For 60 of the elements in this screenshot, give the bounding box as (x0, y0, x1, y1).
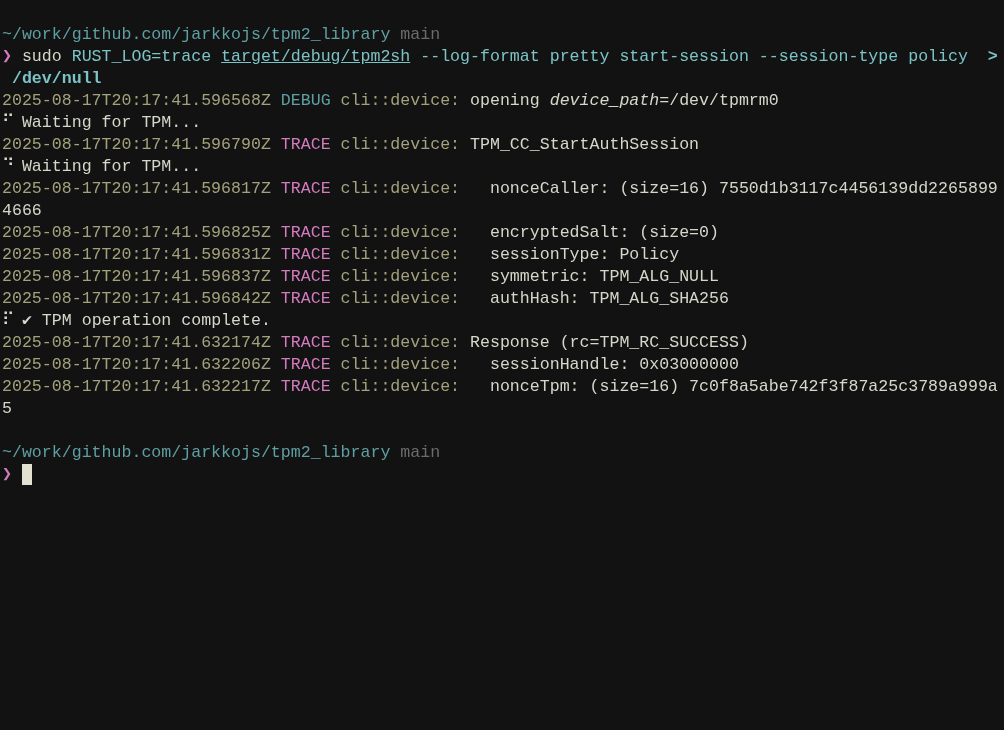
command-word: sudo (21, 46, 62, 68)
redirect-operator: > (987, 46, 998, 68)
log-target: cli::device: (340, 244, 461, 266)
log-timestamp: 2025-08-17T20:17:41.596837Z (2, 266, 271, 288)
log-message: encryptedSalt: (size=0) (488, 222, 719, 244)
log-target: cli::device: (340, 376, 461, 398)
git-branch: main (400, 442, 441, 464)
spinner-glyph: ⠙ (2, 156, 12, 178)
log-target: cli::device: (340, 178, 461, 200)
log-timestamp: 2025-08-17T20:17:41.596790Z (2, 134, 271, 156)
git-branch: main (400, 24, 441, 46)
log-timestamp: 2025-08-17T20:17:41.596817Z (2, 178, 271, 200)
log-timestamp: 2025-08-17T20:17:41.596831Z (2, 244, 271, 266)
log-message: sessionType: Policy (488, 244, 680, 266)
log-message: opening device_path=/dev/tpmrm0 (470, 90, 779, 112)
log-target: cli::device: (340, 354, 461, 376)
command-arguments: --log-format pretty start-session --session-type policy (420, 46, 968, 68)
log-level: TRACE (280, 354, 331, 376)
progress-message: ✔ TPM operation complete. (21, 310, 271, 332)
log-level: TRACE (280, 332, 331, 354)
log-message: 5 (2, 398, 12, 420)
redirect-target: /dev/null (11, 68, 102, 90)
env-assignment: RUST_LOG=trace (71, 46, 212, 68)
log-target: cli::device: (340, 266, 461, 288)
log-message: authHash: TPM_ALG_SHA256 (488, 288, 729, 310)
log-message: sessionHandle: 0x03000000 (488, 354, 739, 376)
prompt-path: ~/work/github.com/jarkkojs/tpm2_library (2, 442, 391, 464)
progress-message: Waiting for TPM... (21, 156, 202, 178)
log-level: DEBUG (280, 90, 331, 112)
log-timestamp: 2025-08-17T20:17:41.632174Z (2, 332, 271, 354)
log-message: Response (rc=TPM_RC_SUCCESS) (470, 332, 749, 354)
log-level: TRACE (280, 244, 331, 266)
spinner-glyph: ⠋ (2, 112, 12, 134)
log-level: TRACE (280, 222, 331, 244)
log-level: TRACE (280, 134, 331, 156)
progress-message: Waiting for TPM... (21, 112, 202, 134)
prompt-path: ~/work/github.com/jarkkojs/tpm2_library (2, 24, 391, 46)
log-message: symmetric: TPM_ALG_NULL (488, 266, 719, 288)
log-message: nonceTpm: (size=16) 7c0f8a5abe742f3f87a25c3789a999a (488, 376, 998, 398)
log-message: nonceCaller: (size=16) 7550d1b3117c4456139dd2265899 (488, 178, 998, 200)
log-timestamp: 2025-08-17T20:17:41.596842Z (2, 288, 271, 310)
log-level: TRACE (280, 178, 331, 200)
log-timestamp: 2025-08-17T20:17:41.632217Z (2, 376, 271, 398)
log-target: cli::device: (340, 332, 461, 354)
log-timestamp: 2025-08-17T20:17:41.596568Z (2, 90, 271, 112)
log-level: TRACE (280, 376, 331, 398)
prompt-symbol: ❯ (2, 46, 12, 68)
log-target: cli::device: (340, 288, 461, 310)
log-level: TRACE (280, 266, 331, 288)
prompt-symbol: ❯ (2, 464, 12, 486)
log-level: TRACE (280, 288, 331, 310)
log-timestamp: 2025-08-17T20:17:41.632206Z (2, 354, 271, 376)
spinner-glyph: ⠏ (2, 310, 12, 332)
log-timestamp: 2025-08-17T20:17:41.596825Z (2, 222, 271, 244)
log-target: cli::device: (340, 222, 461, 244)
log-message: 4666 (2, 200, 42, 222)
command-path: target/debug/tpm2sh (221, 46, 411, 68)
log-message: TPM_CC_StartAuthSession (470, 134, 700, 156)
log-target: cli::device: (340, 134, 461, 156)
log-target: cli::device: (340, 90, 461, 112)
